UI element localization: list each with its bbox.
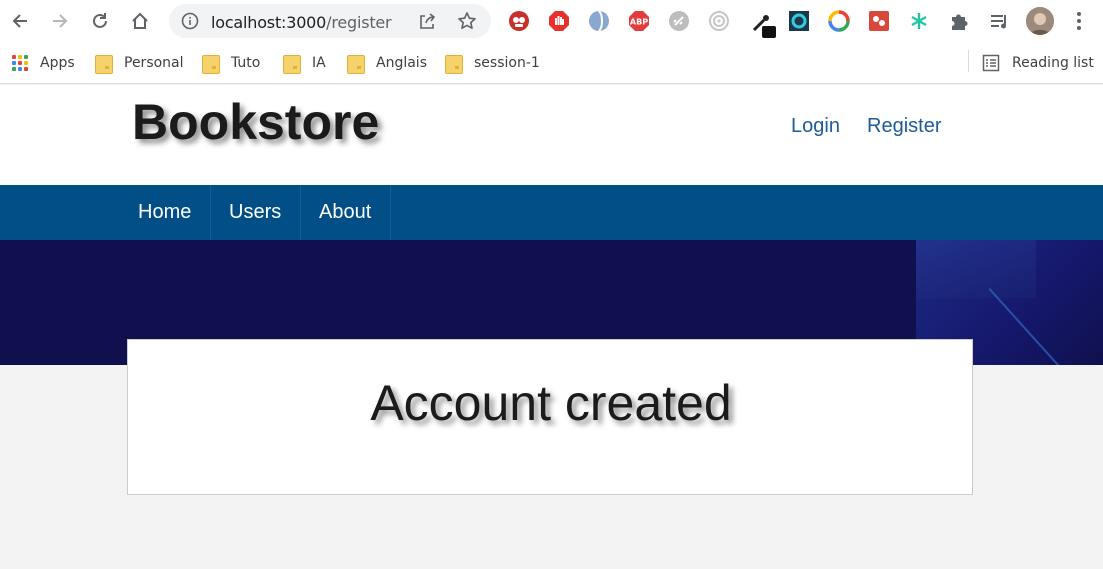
- cyan-square-icon[interactable]: [788, 10, 810, 32]
- teal-asterisk-icon[interactable]: [908, 10, 930, 32]
- colorful-ring-icon[interactable]: [828, 10, 850, 32]
- back-icon[interactable]: [5, 6, 35, 36]
- menu-kebab-icon[interactable]: [1064, 6, 1094, 36]
- sphere-icon[interactable]: [588, 10, 610, 32]
- bookmark-ia[interactable]: IA: [283, 52, 326, 74]
- bookmark-label: Apps: [40, 55, 75, 71]
- folder-icon: [283, 54, 301, 74]
- bookmark-label: Anglais: [376, 55, 427, 71]
- bookmark-apps[interactable]: Apps: [12, 52, 75, 74]
- reading-list-button[interactable]: Reading list: [982, 52, 1094, 74]
- reading-list-icon: [982, 54, 1000, 72]
- bookmark-star-icon[interactable]: [457, 11, 477, 31]
- red-extension-icon[interactable]: [868, 10, 890, 32]
- nav-about[interactable]: About: [301, 185, 391, 240]
- bookmark-personal[interactable]: Personal: [95, 52, 184, 74]
- main-nav: Home Users About: [0, 185, 1103, 240]
- bookmark-tuto[interactable]: Tuto: [202, 52, 260, 74]
- folder-icon: [95, 54, 113, 74]
- address-bar[interactable]: localhost:3000/register: [169, 4, 491, 38]
- bookmark-label: IA: [312, 55, 326, 71]
- url-host: localhost:3000: [211, 13, 327, 32]
- home-icon[interactable]: [125, 6, 155, 36]
- forward-icon[interactable]: [45, 6, 75, 36]
- reading-list-label: Reading list: [1012, 55, 1094, 71]
- bookmark-label: Personal: [124, 55, 184, 71]
- bookmark-session-1[interactable]: session-1: [445, 52, 540, 74]
- bookmarks-divider: [968, 50, 969, 72]
- eyedropper-icon[interactable]: [750, 10, 776, 38]
- puzzle-icon[interactable]: [948, 10, 970, 32]
- site-title[interactable]: Bookstore: [132, 93, 379, 151]
- svg-text:ABP: ABP: [630, 18, 648, 27]
- site-header: Bookstore Login Register: [0, 85, 1103, 185]
- nav-home[interactable]: Home: [120, 185, 211, 240]
- target-icon[interactable]: [708, 10, 730, 32]
- reload-icon[interactable]: [85, 6, 115, 36]
- web-page: Bookstore Login Register Home Users Abou…: [0, 85, 1103, 569]
- folder-icon: [347, 54, 365, 74]
- login-link[interactable]: Login: [791, 115, 840, 138]
- profile-avatar[interactable]: [1026, 7, 1054, 35]
- account-created-message: Account created: [370, 375, 732, 431]
- share-icon[interactable]: [417, 12, 437, 32]
- folder-icon: [445, 54, 463, 74]
- ublock-icon[interactable]: [508, 10, 530, 32]
- media-queue-icon[interactable]: [988, 10, 1010, 32]
- url-text[interactable]: localhost:3000/register: [211, 13, 392, 32]
- bookmark-label: Tuto: [231, 55, 261, 71]
- bookmark-label: session-1: [474, 55, 540, 71]
- folder-icon: [202, 54, 220, 74]
- nav-users[interactable]: Users: [211, 185, 301, 240]
- bookmark-anglais[interactable]: Anglais: [347, 52, 427, 74]
- gray-link-icon[interactable]: [668, 10, 690, 32]
- browser-toolbar: localhost:3000/register ABP: [0, 0, 1103, 42]
- abp-icon[interactable]: ABP: [628, 10, 650, 32]
- url-path: /register: [326, 13, 392, 32]
- message-card: Account created: [127, 339, 973, 495]
- apps-grid-icon: [12, 54, 29, 72]
- adblock-hand-icon[interactable]: [548, 10, 570, 32]
- hero-decoration: [916, 240, 1036, 298]
- site-info-icon[interactable]: [181, 12, 199, 30]
- register-link[interactable]: Register: [867, 115, 941, 138]
- bookmarks-bar: Apps Personal Tuto IA Anglais session-1 …: [0, 42, 1103, 84]
